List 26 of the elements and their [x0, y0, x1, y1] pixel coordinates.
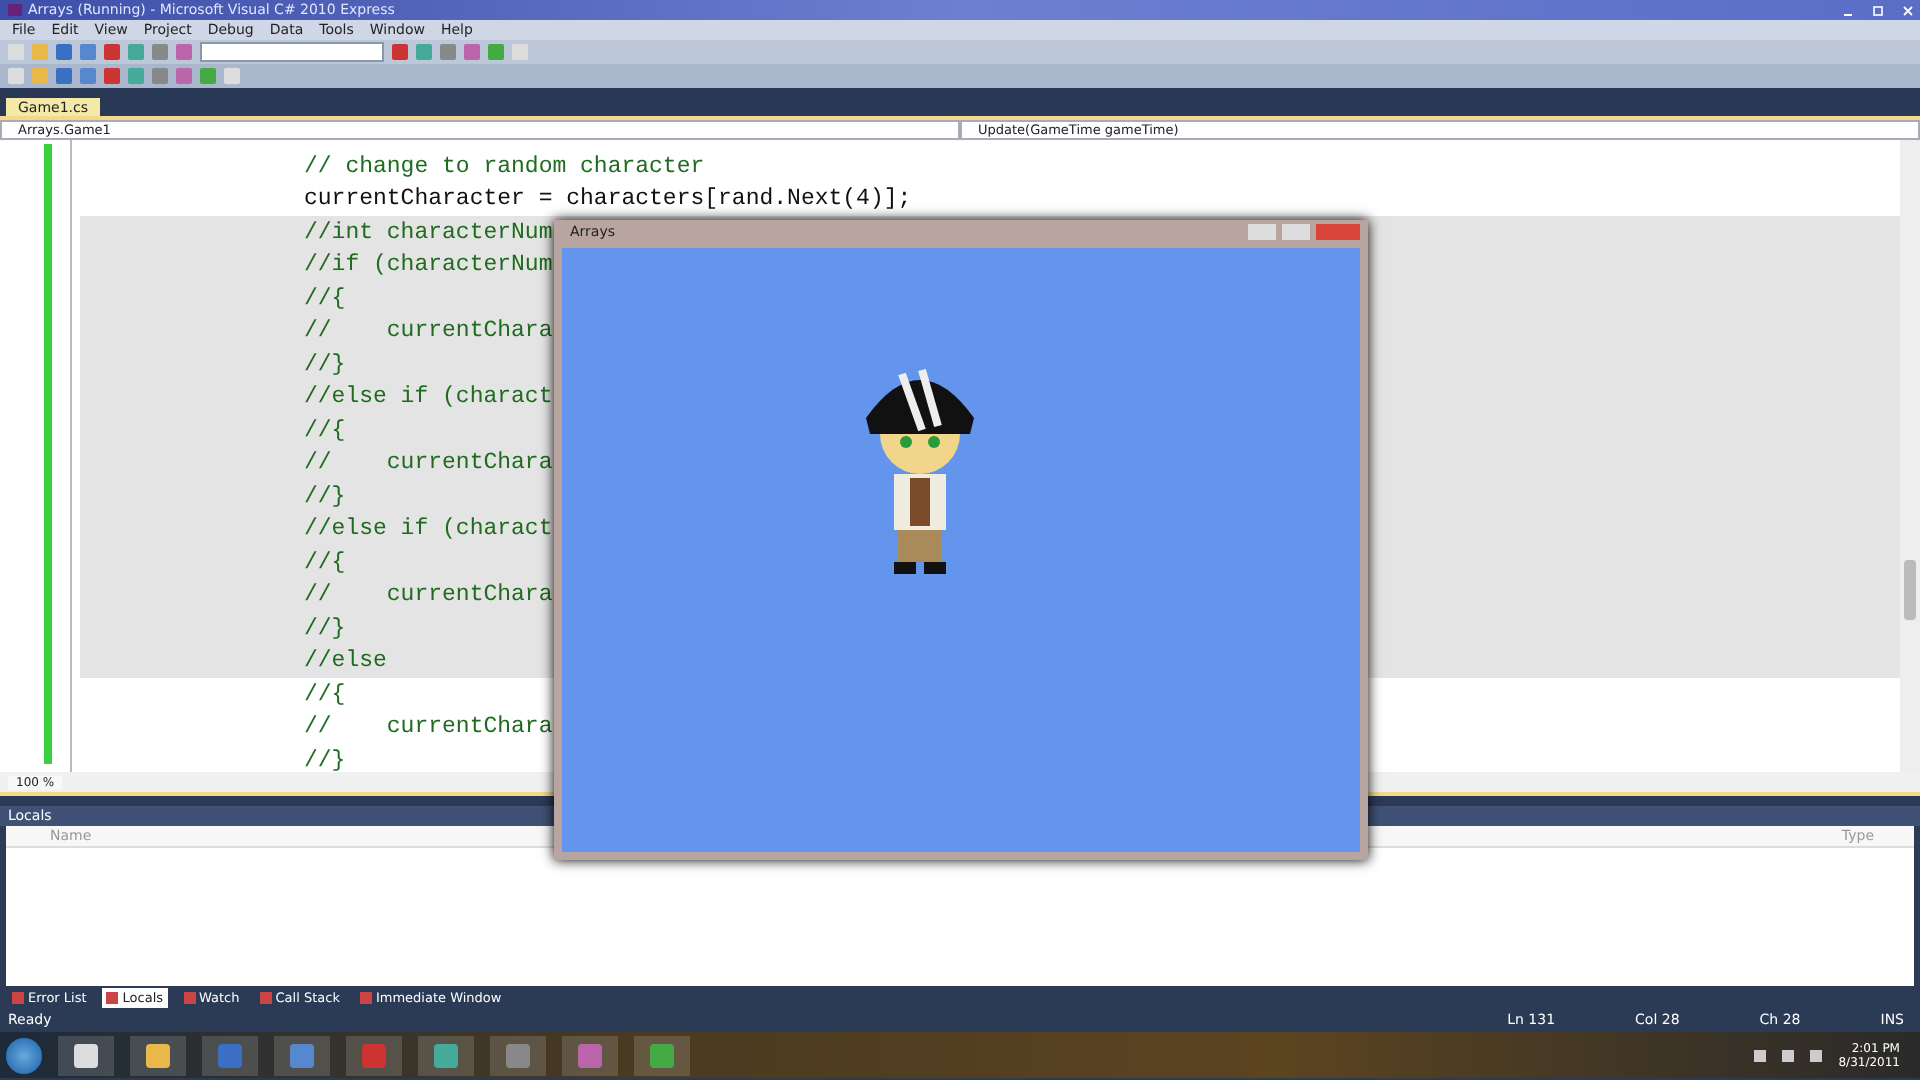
- app-icon: [8, 4, 22, 16]
- code-text: //{: [304, 549, 346, 576]
- start-button[interactable]: [6, 1037, 42, 1073]
- code-text: //{: [304, 285, 346, 312]
- code-text: //}: [304, 747, 346, 774]
- code-text: // currentChara: [304, 450, 553, 477]
- taskbar-app-icon[interactable]: [58, 1035, 114, 1075]
- code-text: // change to random character: [304, 153, 705, 180]
- code-text: //else if (charact: [304, 516, 553, 543]
- code-text: // currentChara: [304, 714, 553, 741]
- code-text: // currentChara: [304, 582, 553, 609]
- code-text: //}: [304, 483, 346, 510]
- scrollbar[interactable]: [1900, 140, 1920, 772]
- code-text: //int characterNum: [304, 219, 553, 246]
- code-text: //}: [304, 351, 346, 378]
- code-text: currentCharacter = characters[rand.Next(4)];: [304, 186, 912, 213]
- code-text: //}: [304, 615, 346, 642]
- code-text: //{: [304, 417, 346, 444]
- code-text: // currentChara: [304, 318, 553, 345]
- code-text: //{: [304, 681, 346, 708]
- code-text: //else if (charact: [304, 384, 553, 411]
- code-text: //if (characterNum: [304, 252, 553, 279]
- code-text: //else: [304, 648, 387, 675]
- taskbar-app-icon[interactable]: [130, 1035, 186, 1075]
- combo-field[interactable]: [200, 42, 384, 62]
- taskbar-app-icon[interactable]: [418, 1035, 474, 1075]
